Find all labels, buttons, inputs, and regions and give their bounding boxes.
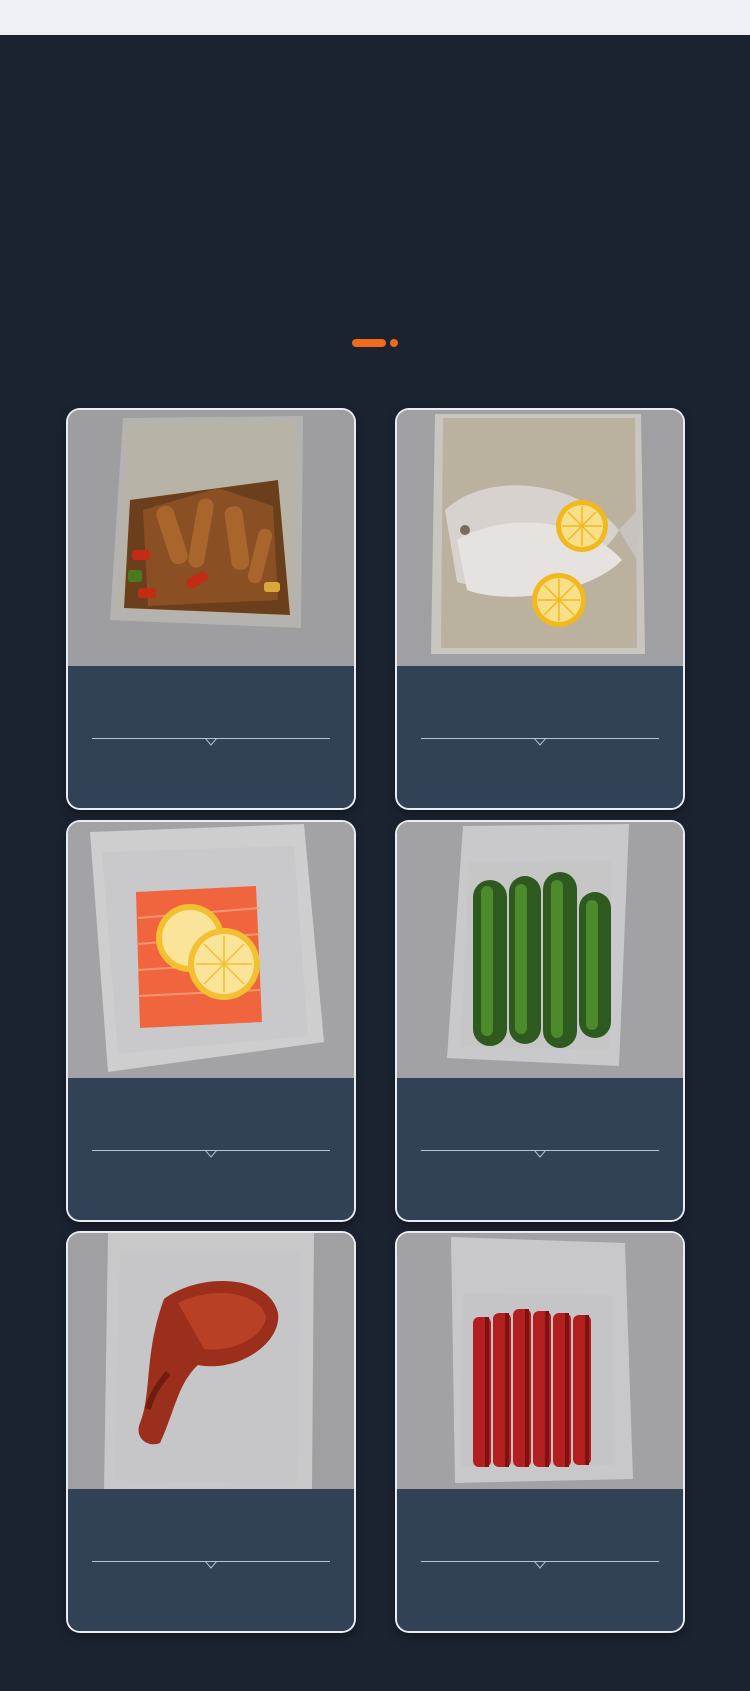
card-caption — [397, 1078, 683, 1220]
vacuum-bag-fish-image — [397, 410, 683, 666]
food-card-duck — [68, 1233, 354, 1631]
vacuum-bag-salmon-image — [68, 822, 354, 1078]
card-caption — [68, 1489, 354, 1631]
card-caption — [68, 666, 354, 808]
caret-down-icon — [205, 1150, 217, 1158]
indicator-dot — [390, 339, 398, 347]
vacuum-bag-chicken-image — [68, 410, 354, 666]
vacuum-bag-sausages-image — [397, 1233, 683, 1489]
carousel-indicator — [352, 339, 402, 347]
caret-down-icon — [205, 738, 217, 746]
card-caption — [397, 1489, 683, 1631]
card-caption — [68, 1078, 354, 1220]
food-photo-cucumbers — [397, 822, 683, 1078]
food-card-cucumbers — [397, 822, 683, 1220]
card-caption — [397, 666, 683, 808]
food-photo-salmon — [68, 822, 354, 1078]
caret-down-icon — [534, 1150, 546, 1158]
caret-down-icon — [534, 1561, 546, 1569]
food-card-chicken — [68, 410, 354, 808]
vacuum-bag-cucumbers-image — [397, 822, 683, 1078]
caret-down-icon — [205, 1561, 217, 1569]
section-heading — [60, 185, 690, 295]
top-strip — [0, 0, 750, 35]
caret-down-icon — [534, 738, 546, 746]
food-photo-chicken — [68, 410, 354, 666]
food-card-sausages — [397, 1233, 683, 1631]
indicator-active-bar — [352, 339, 386, 347]
food-photo-duck — [68, 1233, 354, 1489]
vacuum-bag-duck-image — [68, 1233, 354, 1489]
food-photo-sausages — [397, 1233, 683, 1489]
food-photo-fish — [397, 410, 683, 666]
food-card-salmon — [68, 822, 354, 1220]
food-card-fish — [397, 410, 683, 808]
